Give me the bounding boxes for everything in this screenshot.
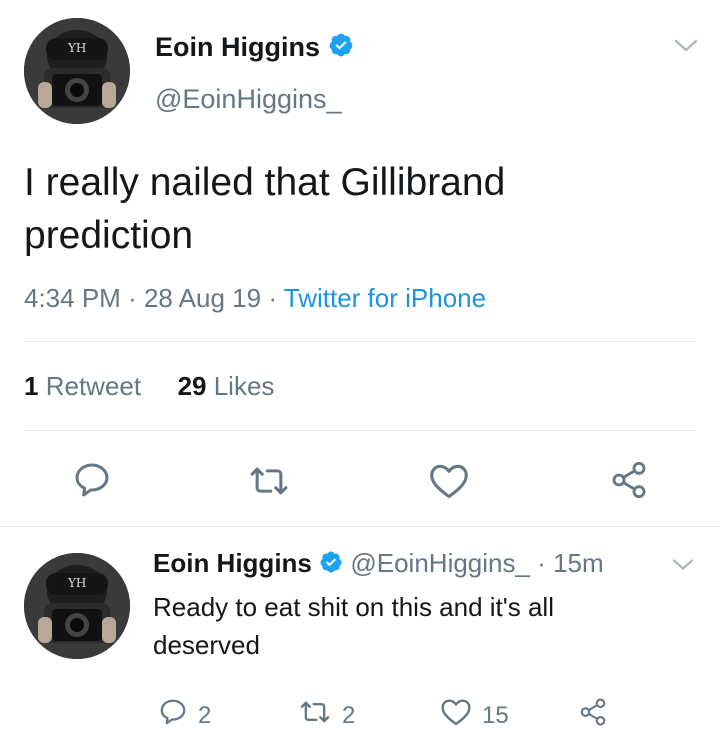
reply-author-name[interactable]: Eoin Higgins [153, 548, 312, 578]
tweet-date: 28 Aug 19 [143, 283, 262, 313]
reply-text: Ready to eat shit on this and it's all d… [153, 592, 554, 660]
retweet-count: 2 [342, 701, 356, 729]
verified-badge-icon [328, 32, 354, 65]
author-avatar[interactable]: YH [24, 18, 130, 124]
retweet-count: 1 [24, 371, 39, 401]
author-name-row[interactable]: Eoin Higgins [155, 32, 354, 65]
author-name[interactable]: Eoin Higgins [155, 32, 320, 62]
retweet-icon[interactable] [298, 697, 332, 734]
tweet-time: 4:34 PM [24, 283, 121, 313]
reply-action-like[interactable]: 15 [440, 697, 509, 734]
divider [0, 526, 720, 527]
like-count: 29 [177, 371, 207, 401]
tweet-text: I really nailed that Gillibrand predicti… [24, 161, 506, 257]
retweet-label: Retweet [45, 371, 142, 401]
reply-header: Eoin Higgins @EoinHiggins_ · 15m [153, 548, 604, 581]
reply-count: 2 [198, 701, 212, 729]
svg-text:YH: YH [67, 576, 86, 590]
meta-separator: · [268, 283, 277, 313]
like-heart-icon[interactable] [428, 462, 470, 500]
reply-action-share[interactable] [578, 697, 608, 734]
tweet-meta: 4:34 PM · 28 Aug 19 · Twitter for iPhone [24, 283, 486, 314]
like-label: Likes [213, 371, 275, 401]
share-icon[interactable] [578, 697, 608, 734]
reply-icon[interactable] [158, 697, 188, 734]
verified-badge-icon [319, 550, 343, 581]
svg-text:YH: YH [67, 41, 86, 55]
retweet-icon[interactable] [247, 462, 291, 500]
meta-separator: · [128, 283, 137, 313]
reply-action-retweet[interactable]: 2 [298, 697, 355, 734]
chevron-down-icon[interactable] [672, 36, 700, 61]
reply-author-handle[interactable]: @EoinHiggins_ [350, 548, 530, 578]
tweet-stats: 1 Retweet 29 Likes [24, 371, 274, 402]
retweet-stat[interactable]: 1 Retweet [24, 371, 141, 401]
like-stat[interactable]: 29 Likes [178, 371, 275, 401]
author-handle[interactable]: @EoinHiggins_ [155, 84, 342, 115]
tweet-source-link[interactable]: Twitter for iPhone [284, 283, 486, 313]
reply-timestamp: · 15m [537, 548, 604, 578]
divider [24, 341, 696, 342]
chevron-down-icon[interactable] [670, 556, 696, 579]
like-heart-icon[interactable] [440, 697, 472, 734]
reply-icon[interactable] [72, 460, 112, 500]
share-icon[interactable] [608, 460, 650, 500]
reply-action-reply[interactable]: 2 [158, 697, 211, 734]
reply-author-avatar[interactable]: YH [24, 553, 130, 659]
like-count: 15 [482, 701, 509, 729]
divider [24, 430, 696, 431]
